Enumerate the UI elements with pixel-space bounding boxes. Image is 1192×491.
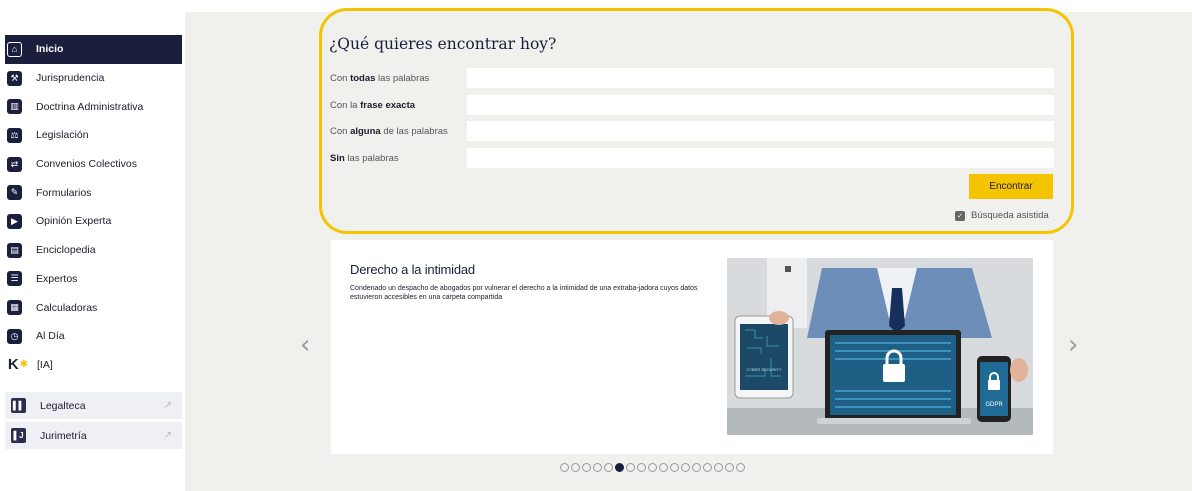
search-input[interactable] bbox=[467, 95, 1054, 115]
sidebar-item-label: Calculadoras bbox=[36, 301, 98, 314]
carousel-dot[interactable] bbox=[736, 463, 745, 472]
carousel-dot[interactable] bbox=[582, 463, 591, 472]
slide-image[interactable]: CYBER SECURITY GDPR bbox=[727, 258, 1033, 435]
carousel-dot[interactable] bbox=[626, 463, 635, 472]
carousel-dot[interactable] bbox=[692, 463, 701, 472]
search-input[interactable] bbox=[467, 68, 1054, 88]
carousel-dot[interactable] bbox=[670, 463, 679, 472]
institution-icon: ▥ bbox=[7, 99, 22, 115]
search-field-row: Sin las palabras bbox=[330, 148, 1054, 168]
sidebar-item-label: Doctrina Administrativa bbox=[36, 100, 144, 113]
carousel-dot[interactable] bbox=[648, 463, 657, 472]
sidebar-nav: ⌂ Inicio ⚒ Jurisprudencia ▥ Doctrina Administ… bbox=[5, 35, 182, 379]
slide-title[interactable]: Derecho a la intimidad bbox=[350, 262, 475, 277]
carousel-dot[interactable] bbox=[637, 463, 646, 472]
legalteca-icon: ▌▌ bbox=[11, 398, 26, 413]
search-field-row: Con la frase exacta bbox=[330, 95, 1054, 115]
sidebar-item-label: Legislación bbox=[36, 129, 89, 142]
sidebar-item-enciclopedia[interactable]: ▤ Enciclopedia bbox=[5, 236, 182, 265]
external-arrow-icon: ↗ bbox=[163, 430, 172, 441]
carousel-dot[interactable] bbox=[560, 463, 569, 472]
carousel-dot[interactable] bbox=[659, 463, 668, 472]
carousel-dot[interactable] bbox=[615, 463, 624, 472]
carousel-dot[interactable] bbox=[571, 463, 580, 472]
search-field-label: Con la frase exacta bbox=[330, 99, 416, 111]
sidebar-item-label: Opinión Experta bbox=[36, 215, 112, 228]
search-field-label: Sin las palabras bbox=[330, 152, 399, 164]
sidebar-item-legislación[interactable]: ⚖ Legislación bbox=[5, 121, 182, 150]
sidebar-item-formularios[interactable]: ✎ Formularios bbox=[5, 178, 182, 207]
cyber-security-illustration: CYBER SECURITY GDPR bbox=[727, 258, 1033, 435]
handshake-icon: ⇄ bbox=[7, 156, 22, 172]
carousel-next-arrow[interactable]: › bbox=[1068, 330, 1078, 360]
phone-label: GDPR bbox=[985, 402, 1003, 408]
external-link-label: Jurimetría bbox=[40, 429, 87, 442]
slide-text: Condenado un despacho de abogados por vu… bbox=[350, 285, 698, 301]
assisted-search-toggle[interactable]: ✓ Búsqueda asistida bbox=[955, 210, 1049, 221]
sidebar-item-convenios-colectivos[interactable]: ⇄ Convenios Colectivos bbox=[5, 150, 182, 179]
search-field-row: Con alguna de las palabras bbox=[330, 121, 1054, 141]
sidebar-item-label: Inicio bbox=[36, 43, 64, 56]
search-field-row: Con todas las palabras bbox=[330, 68, 1054, 88]
jurimetria-icon: ▌J bbox=[11, 428, 26, 443]
scales-icon: ⚖ bbox=[7, 127, 22, 143]
home-icon: ⌂ bbox=[7, 41, 22, 57]
book-icon: ▤ bbox=[7, 242, 22, 258]
carousel-prev-arrow[interactable]: ‹ bbox=[300, 330, 310, 360]
tablet-label: CYBER SECURITY bbox=[746, 367, 781, 372]
search-title: ¿Qué quieres encontrar hoy? bbox=[329, 35, 557, 53]
sidebar-item-label: Al Día bbox=[36, 330, 65, 343]
form-edit-icon: ✎ bbox=[7, 185, 22, 201]
search-input[interactable] bbox=[467, 121, 1054, 141]
external-link-label: Legalteca bbox=[40, 399, 86, 412]
search-field-label: Con todas las palabras bbox=[330, 72, 430, 84]
sidebar-item-al-día[interactable]: ◷ Al Día bbox=[5, 322, 182, 351]
k-ai-logo-icon: K ✱ bbox=[7, 356, 29, 374]
carousel-dot[interactable] bbox=[714, 463, 723, 472]
sidebar-item-ia[interactable]: K ✱ [IA] bbox=[5, 351, 182, 380]
carousel-pagination bbox=[560, 463, 745, 472]
sidebar-item-doctrina-administrativa[interactable]: ▥ Doctrina Administrativa bbox=[5, 92, 182, 121]
sidebar-item-label: Formularios bbox=[36, 186, 92, 199]
carousel-dot[interactable] bbox=[593, 463, 602, 472]
sidebar-item-inicio[interactable]: ⌂ Inicio bbox=[5, 35, 182, 64]
clock-icon: ◷ bbox=[7, 328, 22, 344]
sidebar-item-label: Jurisprudencia bbox=[36, 72, 105, 85]
sidebar-item-label: Expertos bbox=[36, 272, 78, 285]
list-icon: ☰ bbox=[7, 271, 22, 287]
spark-icon: ✱ bbox=[19, 359, 29, 371]
gavel-icon: ⚒ bbox=[7, 70, 22, 86]
sidebar-item-label: Convenios Colectivos bbox=[36, 158, 137, 171]
calculator-icon: ▦ bbox=[7, 300, 22, 316]
play-doc-icon: ▶ bbox=[7, 213, 22, 229]
external-link-legalteca[interactable]: ▌▌ Legalteca ↗ bbox=[5, 392, 182, 419]
external-link-jurimetría[interactable]: ▌J Jurimetría ↗ bbox=[5, 422, 182, 449]
sidebar-item-expertos[interactable]: ☰ Expertos bbox=[5, 265, 182, 294]
external-arrow-icon: ↗ bbox=[163, 400, 172, 411]
carousel-dot[interactable] bbox=[604, 463, 613, 472]
sidebar-item-label: [IA] bbox=[37, 358, 53, 371]
sidebar: ⌂ Inicio ⚒ Jurisprudencia ▥ Doctrina Administ… bbox=[0, 0, 185, 491]
carousel-dot[interactable] bbox=[725, 463, 734, 472]
carousel-dot[interactable] bbox=[703, 463, 712, 472]
find-button[interactable]: Encontrar bbox=[969, 174, 1053, 199]
sidebar-item-jurisprudencia[interactable]: ⚒ Jurisprudencia bbox=[5, 64, 182, 93]
assisted-search-label: Búsqueda asistida bbox=[971, 210, 1049, 221]
search-field-label: Con alguna de las palabras bbox=[330, 125, 448, 137]
sidebar-item-calculadoras[interactable]: ▦ Calculadoras bbox=[5, 293, 182, 322]
sidebar-item-opinión-experta[interactable]: ▶ Opinión Experta bbox=[5, 207, 182, 236]
sidebar-external-links: ▌▌ Legalteca ↗ ▌J Jurimetría ↗ bbox=[5, 392, 182, 452]
checkbox-icon[interactable]: ✓ bbox=[955, 210, 965, 221]
sidebar-item-label: Enciclopedia bbox=[36, 244, 96, 257]
search-input[interactable] bbox=[467, 148, 1054, 168]
carousel-dot[interactable] bbox=[681, 463, 690, 472]
